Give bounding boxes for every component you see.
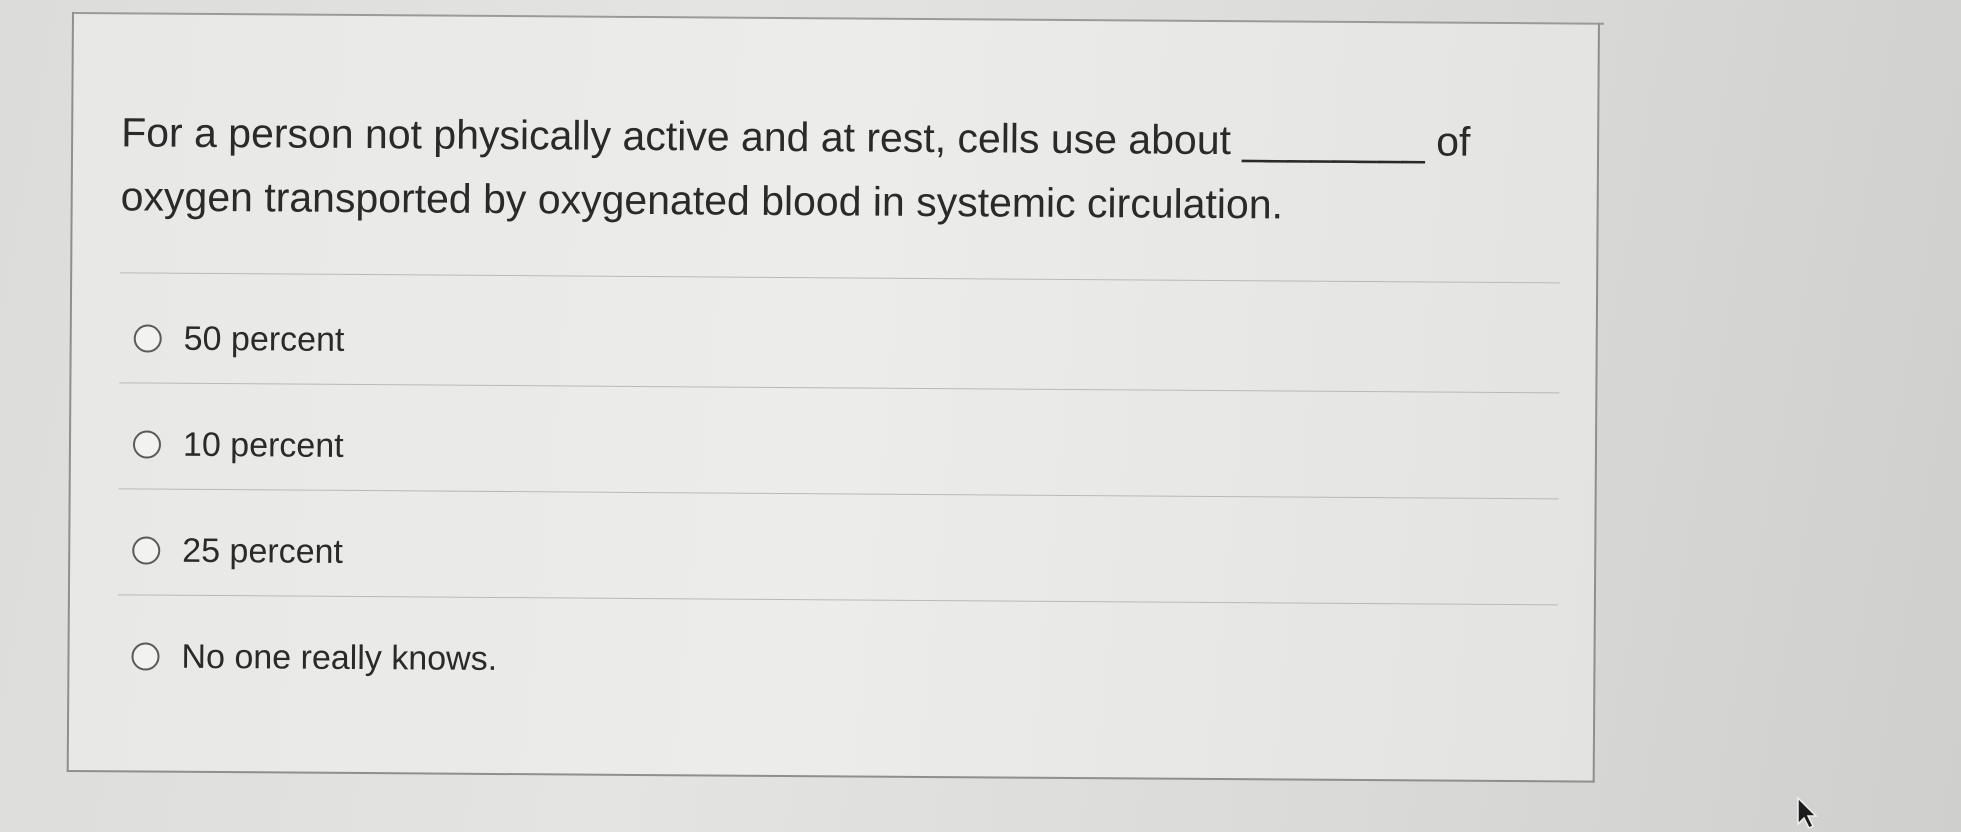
option-50-percent[interactable]: 50 percent [133, 308, 345, 369]
option-label: 25 percent [182, 531, 344, 571]
card-top-border [73, 12, 1604, 25]
question-text: For a person not physically active and a… [120, 109, 1471, 228]
screen: For a person not physically active and a… [0, 0, 1961, 832]
question-card: For a person not physically active and a… [66, 12, 1604, 783]
divider [117, 594, 1558, 606]
option-label: 10 percent [182, 425, 344, 465]
option-label: 50 percent [183, 319, 345, 359]
option-10-percent[interactable]: 10 percent [132, 414, 344, 475]
radio-unselected-icon[interactable] [132, 536, 161, 565]
option-no-one-knows[interactable]: No one really knows. [131, 626, 497, 689]
option-25-percent[interactable]: 25 percent [132, 520, 343, 581]
radio-unselected-icon[interactable] [132, 430, 162, 459]
divider [119, 382, 1560, 394]
divider [120, 272, 1561, 284]
divider [118, 488, 1559, 500]
radio-unselected-icon[interactable] [133, 324, 162, 353]
radio-unselected-icon[interactable] [131, 642, 160, 671]
option-label: No one really knows. [181, 637, 498, 678]
